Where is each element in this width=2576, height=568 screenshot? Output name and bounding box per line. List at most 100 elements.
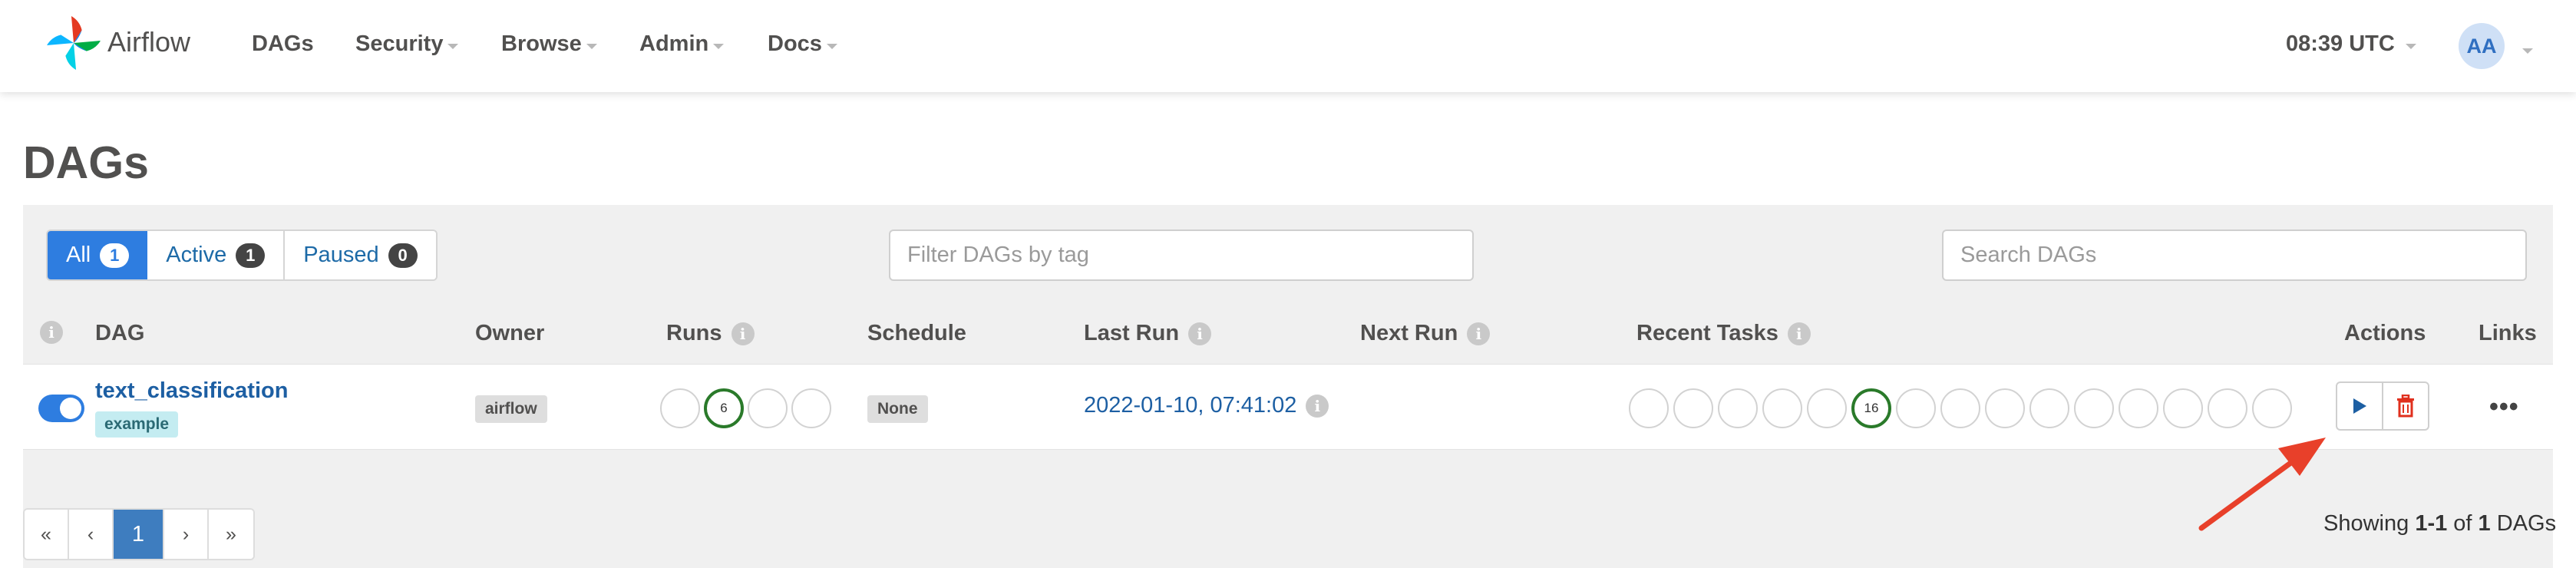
header-dag[interactable]: DAG (95, 321, 144, 346)
header-schedule-label: Schedule (867, 321, 966, 345)
task-state-circle[interactable] (2074, 388, 2114, 428)
filter-all-button[interactable]: All 1 (48, 231, 148, 279)
showing-prefix: Showing (2323, 511, 2409, 536)
page-next-button[interactable]: › (164, 510, 209, 559)
run-state-circle[interactable] (660, 388, 700, 428)
nav-docs-label: Docs (768, 31, 822, 56)
header-runs: Runs i (666, 321, 755, 346)
task-state-circle[interactable] (1673, 388, 1713, 428)
filter-active-button[interactable]: Active 1 (147, 231, 286, 279)
nav-admin[interactable]: Admin (639, 31, 725, 57)
status-filter-group: All 1 Active 1 Paused 0 (46, 230, 438, 281)
chevron-down-icon (826, 44, 837, 49)
more-links-icon[interactable]: ••• (2489, 394, 2519, 420)
user-avatar[interactable]: AA (2459, 23, 2505, 69)
header-actions-label: Actions (2344, 321, 2426, 345)
page-last-button[interactable]: » (209, 510, 253, 559)
task-state-circle[interactable] (1629, 388, 1669, 428)
nav-dags-label: DAGs (252, 31, 314, 56)
filter-paused-button[interactable]: Paused 0 (285, 231, 436, 279)
chevron-down-icon (2405, 44, 2416, 49)
task-state-circle[interactable] (1896, 388, 1936, 428)
page-first-button[interactable]: « (25, 510, 69, 559)
schedule-badge[interactable]: None (867, 395, 928, 423)
filter-active-label: Active (166, 243, 227, 267)
header-actions: Actions (2344, 321, 2426, 346)
task-state-circle[interactable] (2119, 388, 2158, 428)
header-dag-label: DAG (95, 321, 145, 345)
nav-security[interactable]: Security (355, 31, 459, 57)
trash-icon (2397, 395, 2414, 418)
info-icon[interactable]: i (1467, 322, 1491, 345)
page-current-button[interactable]: 1 (114, 510, 164, 559)
showing-summary: Showing 1-1 of 1 DAGs (2323, 511, 2556, 537)
showing-suffix: DAGs (2496, 511, 2557, 536)
header-last-run-label: Last Run (1084, 321, 1180, 345)
header-owner-label: Owner (475, 321, 545, 345)
info-icon[interactable]: i (1306, 394, 1329, 418)
current-time: 08:39 UTC (2286, 31, 2395, 56)
delete-dag-button[interactable] (2382, 381, 2429, 431)
task-state-circle[interactable] (1718, 388, 1758, 428)
header-recent-tasks-label: Recent Tasks (1636, 321, 1778, 345)
owner-badge[interactable]: airflow (475, 395, 547, 423)
filter-all-count: 1 (100, 243, 130, 268)
task-state-circle[interactable] (2029, 388, 2069, 428)
task-state-circle[interactable] (1762, 388, 1802, 428)
header-links: Links (2479, 321, 2537, 346)
chevron-down-icon (447, 44, 459, 49)
nav-admin-label: Admin (639, 31, 709, 56)
chevron-down-icon (713, 44, 725, 49)
nav-dags[interactable]: DAGs (252, 31, 314, 57)
info-icon[interactable]: i (1787, 322, 1811, 345)
filter-paused-label: Paused (303, 243, 379, 267)
dag-pause-toggle[interactable] (38, 395, 84, 422)
run-state-circle-success[interactable]: 6 (704, 388, 744, 428)
nav-docs[interactable]: Docs (768, 31, 837, 57)
nav-browse[interactable]: Browse (501, 31, 597, 57)
play-icon (2353, 398, 2366, 414)
header-recent-tasks: Recent Tasks i (1636, 321, 1811, 346)
top-navbar: Airflow DAGs Security Browse Admin Docs … (0, 0, 2576, 92)
header-next-run[interactable]: Next Run i (1360, 321, 1491, 346)
page-prev-button[interactable]: ‹ (69, 510, 114, 559)
nav-browse-label: Browse (501, 31, 582, 56)
task-state-circle[interactable] (2163, 388, 2203, 428)
info-icon[interactable]: i (40, 321, 63, 344)
column-info[interactable]: i (40, 321, 63, 344)
last-run-cell: 2022-01-10, 07:41:02 i (1084, 393, 1329, 418)
dag-tag[interactable]: example (95, 411, 179, 438)
airflow-logo-icon[interactable] (45, 14, 103, 72)
run-state-circle[interactable] (748, 388, 788, 428)
header-last-run: Last Run i (1084, 321, 1212, 346)
header-next-run-label: Next Run (1360, 321, 1458, 345)
showing-range: 1-1 (2415, 511, 2448, 536)
chevron-down-icon[interactable] (2522, 48, 2533, 54)
filter-active-count: 1 (236, 243, 266, 268)
pagination: « ‹ 1 › » (23, 508, 255, 560)
dag-id-link[interactable]: text_classification (95, 378, 288, 404)
info-icon[interactable]: i (1188, 322, 1212, 345)
task-state-circle[interactable] (2208, 388, 2247, 428)
page-title: DAGs (23, 137, 149, 188)
filter-paused-count: 0 (388, 243, 418, 268)
timezone-dropdown[interactable]: 08:39 UTC (2286, 31, 2416, 57)
last-run-link[interactable]: 2022-01-10, 07:41:02 (1084, 393, 1296, 418)
task-state-circle[interactable] (1807, 388, 1847, 428)
run-state-circle[interactable] (791, 388, 831, 428)
header-schedule: Schedule (867, 321, 966, 346)
showing-of: of (2453, 511, 2472, 536)
filter-all-label: All (66, 243, 91, 267)
task-state-circle-success[interactable]: 16 (1851, 388, 1891, 428)
header-links-label: Links (2479, 321, 2537, 345)
trigger-dag-button[interactable] (2336, 381, 2383, 431)
brand-name[interactable]: Airflow (107, 26, 190, 58)
task-state-circle[interactable] (1985, 388, 2025, 428)
search-dags-input[interactable] (1942, 230, 2527, 281)
header-owner[interactable]: Owner (475, 321, 544, 346)
chevron-down-icon (586, 44, 597, 49)
task-state-circle[interactable] (1940, 388, 1980, 428)
tag-filter-input[interactable] (889, 230, 1474, 281)
info-icon[interactable]: i (731, 322, 755, 345)
task-state-circle[interactable] (2252, 388, 2292, 428)
